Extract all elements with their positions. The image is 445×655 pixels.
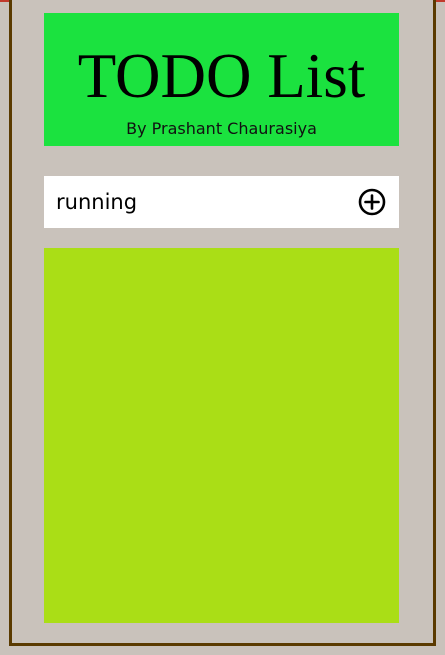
add-todo-button[interactable]: [358, 188, 386, 216]
todo-input[interactable]: [56, 187, 346, 217]
app-subtitle: By Prashant Chaurasiya: [126, 119, 317, 138]
plus-circle-icon: [358, 188, 386, 216]
todo-input-bar: [44, 176, 399, 228]
app-title: TODO List: [77, 41, 366, 111]
app-header: TODO List By Prashant Chaurasiya: [44, 13, 399, 146]
todo-list: [44, 248, 399, 623]
